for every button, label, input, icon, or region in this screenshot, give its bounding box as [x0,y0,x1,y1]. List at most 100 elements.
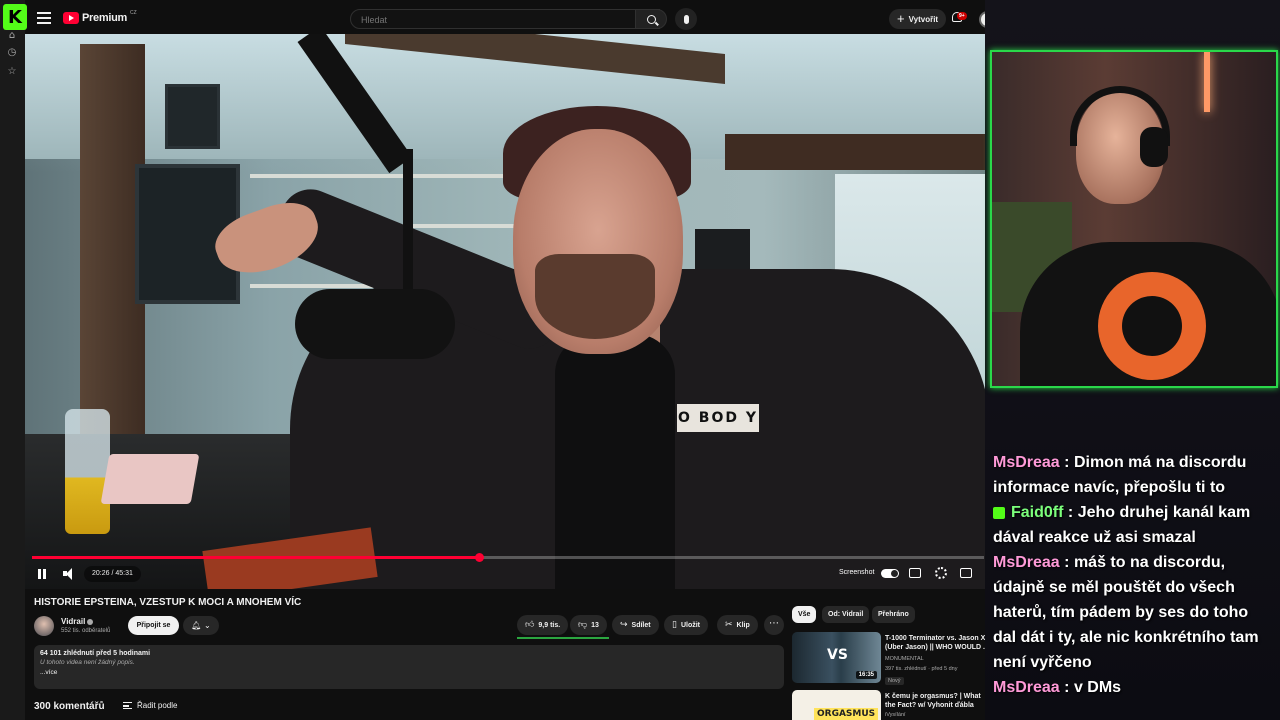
search-button[interactable] [635,9,667,29]
youtube-play-icon [63,12,79,24]
bookmark-icon: ▯ [672,620,677,630]
mic-icon [683,14,689,24]
sort-icon [123,702,132,710]
rec-thumbnail-2[interactable]: ORGASMUS [792,690,881,720]
like-ratio-bar [517,637,609,639]
share-label: Sdílet [631,622,651,629]
video-title: HISTORIE EPSTEINA, VZESTUP K MOCI A MNOH… [34,597,302,608]
chip-from-channel[interactable]: Od: Vidrail [822,606,870,623]
star-icon[interactable]: ☆ [6,66,18,78]
channel-name-text: Vidrail [61,617,86,626]
chat-text: máš to na discordu, údajně se měl pouště… [993,554,1259,671]
thumb-text: ORGASMUS [814,708,879,720]
sort-label: Řadit podle [137,701,178,710]
like-count: 9,9 tis. [538,622,561,629]
like-button[interactable]: 👍︎ 9,9 tis. [517,615,569,635]
scissors-icon: ✂ [725,620,733,630]
chip-watched[interactable]: Přehráno [872,606,915,623]
dislike-count: 13 [591,622,599,629]
search-box [350,9,660,29]
settings-gear-icon[interactable] [935,567,947,579]
views-and-date: 64 101 zhlédnutí před 5 hodinami [40,650,151,657]
chat-username: MsDreaa [993,554,1060,571]
chat-separator: : [1067,504,1078,521]
menu-icon[interactable] [37,12,51,24]
microphone [295,289,455,359]
rec-channel-2[interactable]: iVysílání [885,712,906,718]
progress-bar[interactable] [32,553,984,562]
progress-fill [32,556,480,559]
chat-separator: : [1064,554,1074,571]
rec-thumbnail-1[interactable]: VS 16:35 [792,632,881,683]
more-actions-button[interactable]: ⋯ [764,615,784,635]
chat-message: MsDreaa : máš to na discordu, údajně se … [993,550,1273,675]
clip-button[interactable]: ✂ Klip [717,615,758,635]
sort-comments-button[interactable]: Řadit podle [123,701,177,710]
share-button[interactable]: ↪ Sdílet [612,615,659,635]
chat-message: MsDreaa : Dimon má na discordu informace… [993,450,1273,500]
chat-overlay: MsDreaa : Dimon má na discordu informace… [993,450,1273,700]
verified-icon [87,618,94,625]
subscriber-count: 552 tis. odběratelů [61,628,111,634]
chat-username: MsDreaa [993,679,1060,696]
top-bar: Premium CZ + Vytvořit 9+ [25,4,1010,34]
bell-icon: 🔔︎ ⌄ [191,621,211,630]
thumb-text: VS [827,647,848,663]
show-more-link[interactable]: ...více [40,669,778,676]
left-rail: ⌂ ◷ ☆ [0,0,25,720]
notify-bell-button[interactable]: 🔔︎ ⌄ [183,616,219,635]
notification-badge: 9+ [957,12,967,20]
chat-message: MsDreaa : v DMs [993,675,1273,700]
brand-label: Premium [82,12,127,24]
screen: ⌂ ◷ ☆ K Premium CZ + Vytvořit 9+ [0,0,1280,720]
description-text: U tohoto videa není žádný popis. [40,659,135,666]
rec-title-1[interactable]: T-1000 Terminator vs. Jason X (Uber Jaso… [885,634,993,652]
plus-icon: + [897,11,905,26]
video-player[interactable]: O BOD Y [25,34,1010,589]
thumbs-down-icon: 👎︎ [578,620,588,630]
create-label: Vytvořit [908,14,939,24]
channel-name[interactable]: Vidrail [61,617,94,626]
share-icon: ↪ [620,620,628,630]
pause-icon[interactable] [37,569,47,579]
history-icon[interactable]: ◷ [6,47,18,59]
chat-username: Faid0ff [1011,504,1064,521]
chat-separator: : [1064,679,1074,696]
chip-all[interactable]: Vše [792,606,817,623]
chat-username: MsDreaa [993,454,1060,471]
theater-mode-icon[interactable] [960,568,972,578]
country-code: CZ [129,10,137,16]
more-icon: ⋯ [769,618,779,629]
save-label: Uložit [680,622,701,629]
streamer-webcam [990,50,1278,388]
thumbs-up-icon: 👍︎ [525,620,535,630]
create-button[interactable]: + Vytvořit [889,9,947,29]
chat-message: Faid0ff : Jeho druhej kanál kam dával re… [993,500,1273,550]
kick-logo: K [3,4,27,30]
new-badge: Nový [885,677,904,685]
voice-search-button[interactable] [675,8,697,30]
volume-icon[interactable] [63,568,75,580]
time-display: 20:26 / 45:31 [84,566,141,582]
rec-meta-1: 397 tis. zhlédnutí · před 5 dny [885,666,958,672]
chat-separator: : [1064,454,1074,471]
screenshot-label: Screenshot [839,569,875,576]
screenshot-toggle[interactable] [881,569,899,578]
comments-count: 300 komentářů [34,701,105,712]
rec-channel-1[interactable]: MONUMENTAL [885,656,924,662]
user-badge-icon [993,506,1005,519]
search-icon [646,14,656,24]
join-button[interactable]: Připojit se [128,616,179,635]
home-icon[interactable]: ⌂ [6,30,18,42]
dislike-button[interactable]: 👎︎ 13 [570,615,607,635]
channel-avatar[interactable] [34,616,54,636]
chat-text: v DMs [1073,679,1122,696]
save-button[interactable]: ▯ Uložit [664,615,709,635]
subtitles-icon[interactable] [909,568,921,578]
search-input[interactable] [351,11,611,29]
youtube-logo[interactable]: Premium CZ [63,10,137,24]
clip-label: Klip [736,622,750,629]
description-box[interactable]: 64 101 zhlédnutí před 5 hodinami U tohot… [34,645,784,689]
rec-title-2[interactable]: K čemu je orgasmus? | What the Fact? w/ … [885,692,993,710]
jacket-print: O BOD Y [677,404,759,432]
